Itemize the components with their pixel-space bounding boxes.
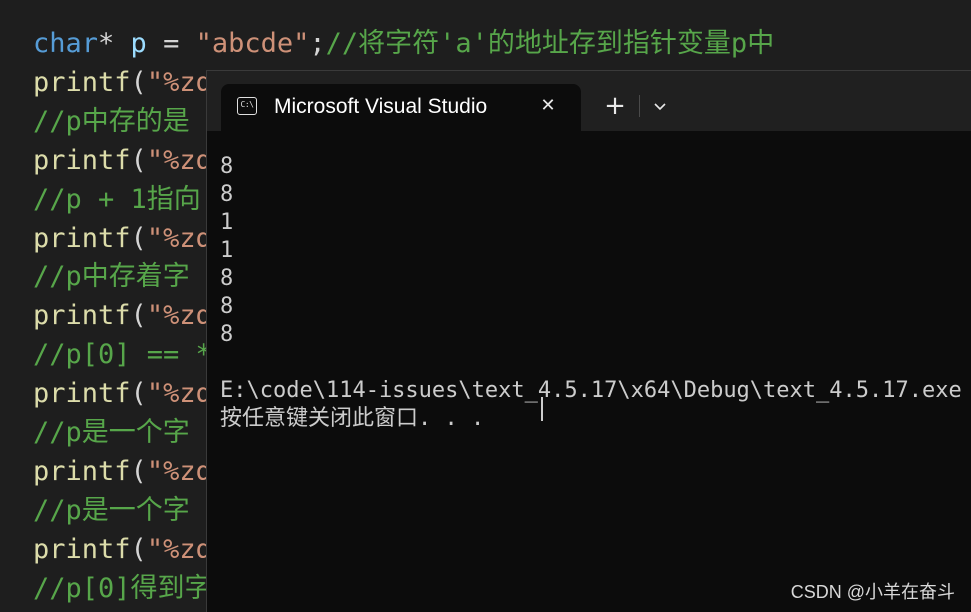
- code-line: //p[0] == *: [33, 335, 212, 374]
- code-token: //p中存着字: [33, 261, 190, 293]
- terminal-output[interactable]: 8 8 1 1 8 8 8 E:\code\114-issues\text_4.5.17\x6…: [207, 131, 971, 612]
- tab-divider: [639, 95, 640, 117]
- terminal-titlebar[interactable]: C:\ Microsoft Visual Studio ✕ +: [207, 71, 971, 131]
- watermark: CSDN @小羊在奋斗: [790, 582, 955, 602]
- code-token: //p + 1指向: [33, 183, 201, 215]
- code-line: //p中存的是: [33, 102, 190, 141]
- output-line: 按任意键关闭此窗口. . .: [220, 406, 485, 431]
- code-line: printf("%zd: [33, 530, 212, 569]
- code-token: (: [130, 300, 147, 332]
- code-token: (: [130, 378, 147, 410]
- text-cursor: [541, 397, 543, 421]
- chevron-down-icon[interactable]: [648, 93, 672, 119]
- code-token: =: [146, 28, 196, 59]
- code-line: printf("%zd: [33, 296, 212, 335]
- code-token: //p[0] == *: [33, 339, 212, 371]
- output-line: 8: [220, 266, 234, 291]
- output-line: 8: [220, 294, 234, 319]
- code-token: *: [98, 28, 131, 59]
- code-token: "%zd: [146, 455, 212, 487]
- plus-icon[interactable]: +: [601, 92, 629, 120]
- code-token: printf: [33, 66, 131, 98]
- code-token: (: [130, 455, 147, 487]
- code-line: //p[0]得到字: [33, 569, 212, 608]
- close-icon[interactable]: ✕: [535, 93, 561, 119]
- tab-title: Microsoft Visual Studio: [274, 95, 488, 118]
- code-token: char: [33, 28, 99, 59]
- code-line: //p中存着字: [33, 257, 190, 296]
- code-token: //p是一个字: [33, 494, 190, 526]
- code-line: //p + 1指向: [33, 180, 201, 219]
- code-line: printf("%zd: [33, 141, 212, 180]
- code-token: "%zd: [146, 222, 212, 254]
- code-token: printf: [33, 455, 131, 487]
- code-token: "%zd: [146, 144, 212, 176]
- output-line: 8: [220, 182, 234, 207]
- code-token: (: [130, 144, 147, 176]
- terminal-tab[interactable]: C:\ Microsoft Visual Studio ✕: [221, 84, 581, 131]
- code-line: printf("%zd: [33, 452, 212, 491]
- code-token: ;: [309, 28, 326, 59]
- code-token: "%zd: [146, 378, 212, 410]
- output-line: 8: [220, 154, 234, 179]
- code-token: (: [130, 533, 147, 565]
- code-token: printf: [33, 300, 131, 332]
- output-line: E:\code\114-issues\text_4.5.17\x64\Debug…: [220, 378, 962, 403]
- code-token: p: [130, 28, 147, 59]
- code-token: //p是一个字: [33, 417, 190, 448]
- code-token: (: [130, 222, 147, 254]
- output-line: 1: [220, 238, 234, 263]
- terminal-window[interactable]: C:\ Microsoft Visual Studio ✕ + 8 8 1 1 8 8 8 E…: [206, 70, 971, 612]
- code-token: //将字符'a'的地址存到指针变量p中: [325, 28, 775, 59]
- code-token: //p[0]得到字: [33, 572, 212, 604]
- output-line: 1: [220, 210, 234, 235]
- code-line: char* p = "abcde";//将字符'a'的地址存到指针变量p中: [33, 24, 774, 63]
- code-line: printf("%zd: [33, 219, 212, 258]
- code-token: "%zd: [146, 533, 212, 565]
- code-token: "abcde": [195, 28, 310, 59]
- code-line: printf("%zd: [33, 374, 212, 413]
- code-line: //p是一个字: [33, 491, 190, 530]
- code-token: printf: [33, 144, 131, 176]
- console-icon: C:\: [237, 97, 257, 115]
- code-token: printf: [33, 378, 131, 410]
- code-token: printf: [33, 222, 131, 254]
- screen: char* p = "abcde";//将字符'a'的地址存到指针变量p中 pri…: [0, 0, 971, 612]
- code-token: "%zd: [146, 300, 212, 332]
- code-token: //p中存的是: [33, 105, 190, 137]
- output-line: 8: [220, 322, 234, 347]
- code-token: printf: [33, 533, 131, 565]
- code-token: (: [130, 66, 147, 98]
- code-line: //p是一个字: [33, 413, 190, 452]
